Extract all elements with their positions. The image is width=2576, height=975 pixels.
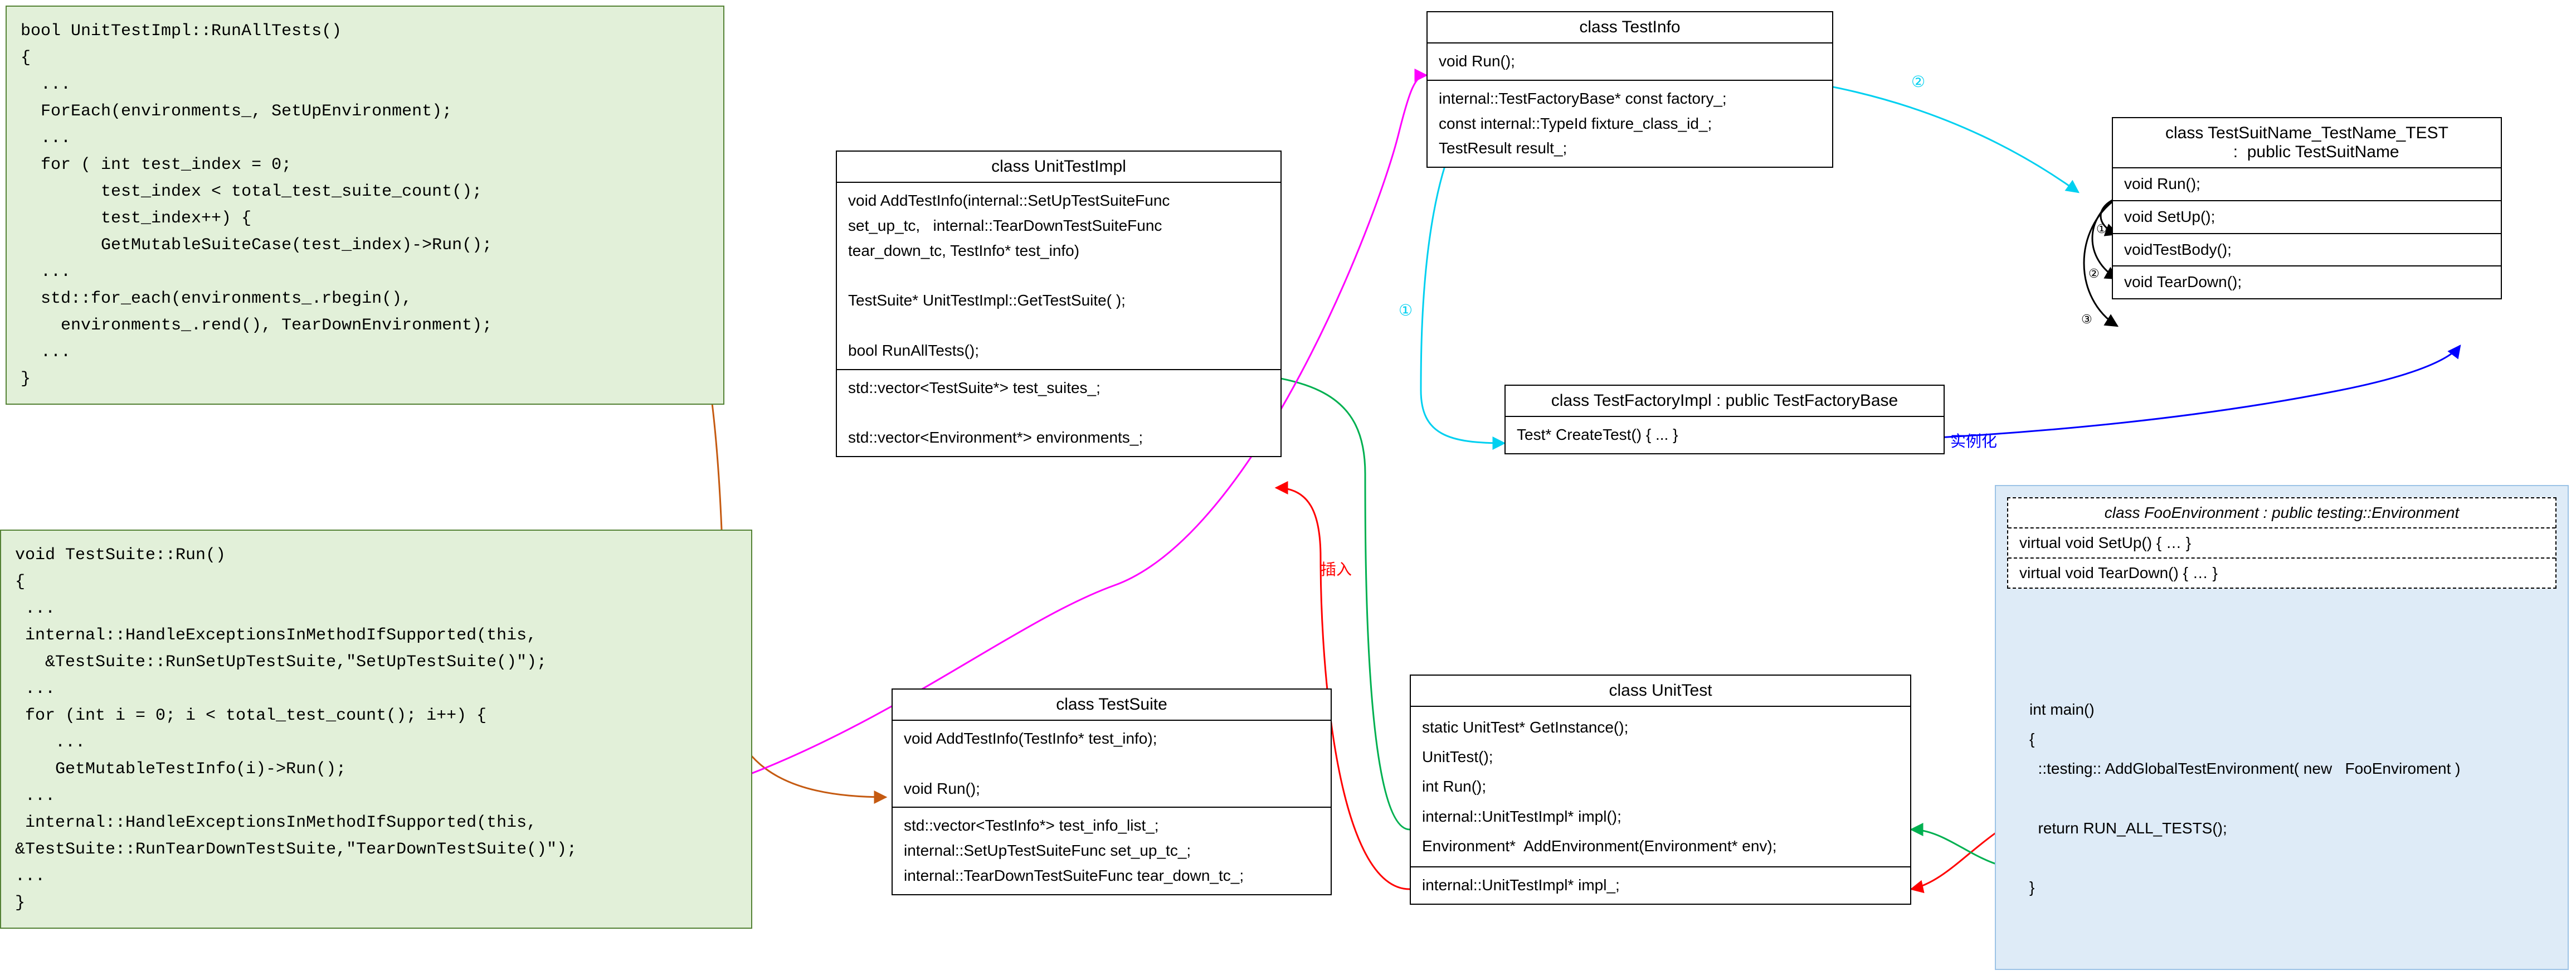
uml-row: void Run(); [2113, 168, 2501, 201]
code-testsuite-run: void TestSuite::Run() { ... internal::Ha… [0, 530, 752, 929]
uml-title: class FooEnvironment : public testing::E… [2008, 498, 2555, 528]
uml-title: class UnitTest [1411, 676, 1910, 707]
uml-title: class TestInfo [1428, 12, 1832, 43]
uml-fooenvironment: class FooEnvironment : public testing::E… [2007, 497, 2556, 589]
blue-panel: class FooEnvironment : public testing::E… [1995, 485, 2569, 970]
label-nc: ③ [2081, 312, 2092, 327]
code-runalltests: bool UnitTestImpl::RunAllTests() { ... F… [6, 6, 724, 405]
label-nb: ② [2088, 266, 2100, 281]
uml-row: void TearDown(); [2113, 266, 2501, 298]
uml-section: internal::UnitTestImpl* impl_; [1411, 867, 1910, 904]
uml-section: void Run(); [1428, 43, 1832, 81]
uml-section: std::vector<TestInfo*> test_info_list_; … [893, 808, 1331, 894]
uml-testinfo: class TestInfo void Run(); internal::Tes… [1426, 11, 1833, 168]
uml-section: std::vector<TestSuite*> test_suites_; st… [837, 370, 1280, 456]
uml-testfactoryimpl: class TestFactoryImpl : public TestFacto… [1504, 385, 1945, 454]
uml-unittestimpl: class UnitTestImpl void AddTestInfo(inte… [836, 151, 1282, 457]
uml-section: void AddTestInfo(internal::SetUpTestSuit… [837, 183, 1280, 370]
uml-title: class TestSuitName_TestName_TEST : publi… [2113, 118, 2501, 168]
uml-testsuitname: class TestSuitName_TestName_TEST : publi… [2112, 117, 2502, 299]
uml-title: class UnitTestImpl [837, 152, 1280, 183]
main-code: int main() { ::testing:: AddGlobalTestEn… [2029, 695, 2556, 902]
label-insert: 插入 [1321, 557, 1352, 580]
uml-section: static UnitTest* GetInstance(); UnitTest… [1411, 707, 1910, 867]
uml-row: voidTestBody(); [2113, 234, 2501, 267]
label-n1: ① [1399, 301, 1413, 319]
label-n2: ② [1911, 72, 1925, 91]
uml-unittest: class UnitTest static UnitTest* GetInsta… [1410, 675, 1911, 905]
uml-row: void SetUp(); [2113, 201, 2501, 234]
uml-title: class TestFactoryImpl : public TestFacto… [1506, 386, 1944, 417]
label-na: ① [2096, 222, 2107, 236]
label-instantiate: 实例化 [1950, 429, 1997, 452]
uml-section: Test* CreateTest() { ... } [1506, 417, 1944, 453]
uml-section: virtual void SetUp() { … } [2008, 528, 2555, 559]
uml-testsuite: class TestSuite void AddTestInfo(TestInf… [892, 688, 1332, 895]
uml-title: class TestSuite [893, 690, 1331, 721]
uml-section: virtual void TearDown() { … } [2008, 559, 2555, 588]
uml-section: internal::TestFactoryBase* const factory… [1428, 81, 1832, 167]
uml-section: void AddTestInfo(TestInfo* test_info); v… [893, 721, 1331, 808]
